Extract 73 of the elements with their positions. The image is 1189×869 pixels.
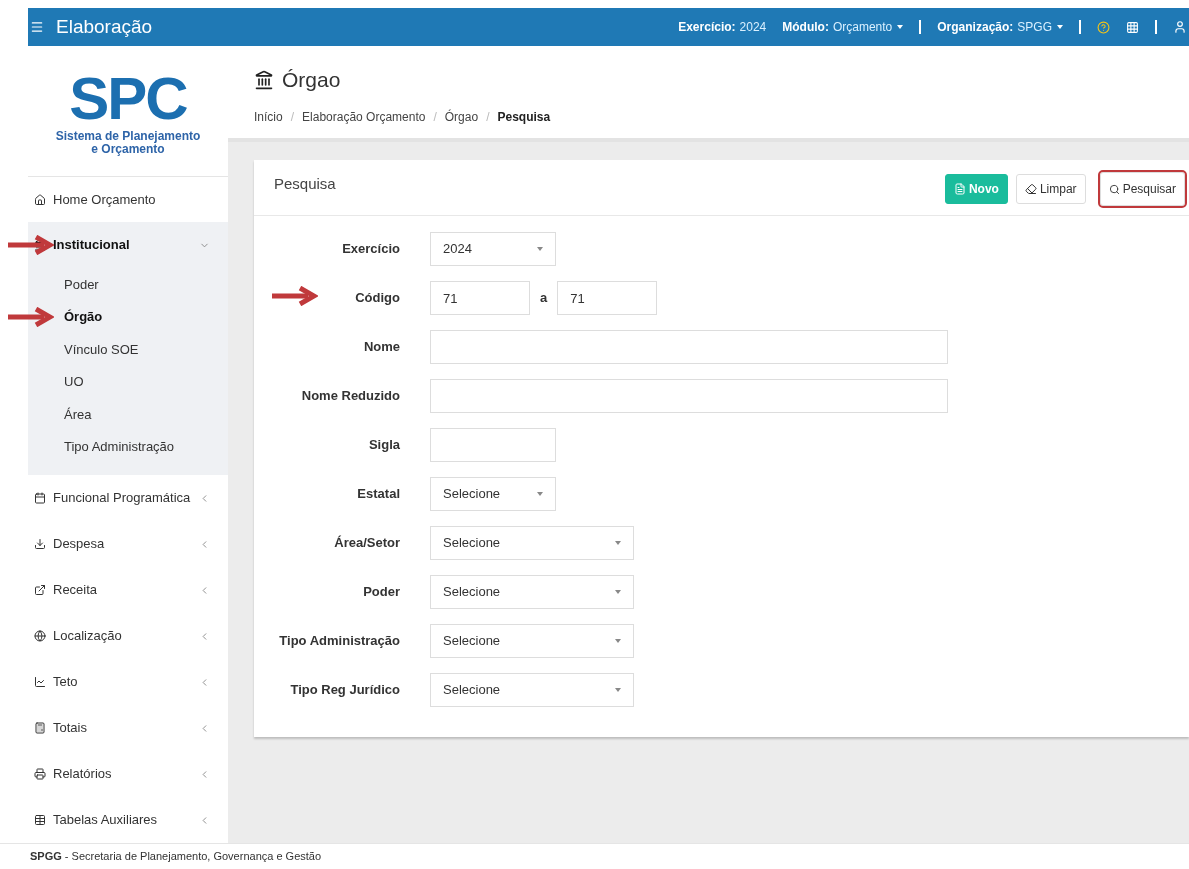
text-field[interactable] [430, 428, 556, 462]
submenu-item[interactable]: Vínculo SOE [64, 339, 139, 359]
breadcrumb-link[interactable]: Início [254, 107, 283, 126]
download-icon [34, 538, 46, 550]
grid-icon[interactable] [1126, 20, 1139, 34]
app-title: Elaboração [56, 14, 153, 39]
submenu-item[interactable]: UO [64, 372, 84, 392]
line-chart-icon [34, 676, 46, 688]
select-field[interactable]: Selecione [430, 526, 634, 560]
logo: SPC [69, 72, 187, 126]
calculator-icon [34, 722, 46, 734]
caret-icon [537, 492, 543, 496]
select-field[interactable]: Selecione [430, 575, 634, 609]
text-field[interactable] [430, 379, 948, 413]
breadcrumb-separator: / [290, 108, 295, 126]
logo-subtitle: Sistema de Planejamento e Orçamento [54, 130, 202, 156]
caret-icon [615, 639, 621, 643]
breadcrumb-link[interactable]: Órgao [444, 107, 479, 126]
sidebar-item[interactable]: Institucional [28, 222, 228, 268]
eraser-icon [1024, 183, 1037, 195]
annotation-arrow [8, 235, 54, 255]
field-label: Tipo Administração [279, 632, 400, 651]
caret-icon [537, 247, 543, 251]
caret-icon [615, 541, 621, 545]
text-field[interactable] [430, 330, 948, 364]
footer-text: SPGG - Secretaria de Planejamento, Governança e Gestão [30, 849, 322, 865]
breadcrumb-link[interactable]: Elaboração Orçamento [302, 107, 426, 126]
card-title: Pesquisa [274, 174, 336, 194]
caret-icon [615, 590, 621, 594]
submenu-item[interactable]: Área [64, 404, 92, 424]
submenu-item[interactable]: Tipo Administração [64, 437, 175, 457]
field-label: Exercício [342, 240, 400, 259]
search-icon [1108, 183, 1120, 195]
breadcrumb-separator: / [433, 108, 437, 126]
breadcrumb-separator: / [486, 108, 490, 126]
external-link-icon [34, 584, 46, 596]
select-field[interactable]: Selecione [430, 624, 634, 658]
globe-icon [34, 630, 46, 642]
field-label: Sigla [368, 436, 400, 455]
table-icon [34, 814, 46, 826]
field-label: Tipo Reg Jurídico [290, 681, 400, 700]
field-label: Código [355, 289, 400, 308]
context-selector[interactable]: Módulo: Orçamento [782, 18, 904, 36]
breadcrumb-current: Pesquisa [497, 108, 551, 126]
submenu-item[interactable]: Poder [64, 274, 99, 294]
submenu-item[interactable]: Órgão [64, 307, 103, 327]
context-selector[interactable]: Organização: SPGG [937, 18, 1063, 36]
user-icon[interactable] [1173, 20, 1187, 34]
caret-icon [615, 688, 621, 692]
text-field[interactable]: 71 [430, 281, 530, 315]
field-label: Nome Reduzido [301, 387, 400, 406]
home-icon [34, 193, 46, 206]
range-separator: a [540, 289, 548, 308]
search-button[interactable]: Pesquisar [1099, 172, 1185, 206]
annotation-arrow [272, 286, 318, 306]
calendar-icon [34, 492, 46, 504]
text-field[interactable]: 71 [557, 281, 658, 315]
field-label: Poder [363, 583, 400, 602]
field-label: Nome [363, 338, 400, 357]
file-icon [953, 183, 966, 195]
context-selector: Exercício: 2024 [678, 19, 767, 36]
select-field[interactable]: 2024 [430, 232, 556, 266]
bank-icon [254, 69, 274, 90]
printer-icon [34, 768, 46, 780]
help-icon[interactable] [1097, 20, 1110, 34]
select-field[interactable]: Selecione [430, 477, 556, 511]
select-field[interactable]: Selecione [430, 673, 634, 707]
page-title: Órgao [282, 67, 341, 93]
menu-icon[interactable] [30, 20, 44, 34]
annotation-arrow [8, 306, 54, 327]
field-label: Estatal [357, 485, 400, 504]
field-label: Área/Setor [334, 534, 400, 553]
clear-button[interactable]: Limpar [1015, 174, 1086, 204]
